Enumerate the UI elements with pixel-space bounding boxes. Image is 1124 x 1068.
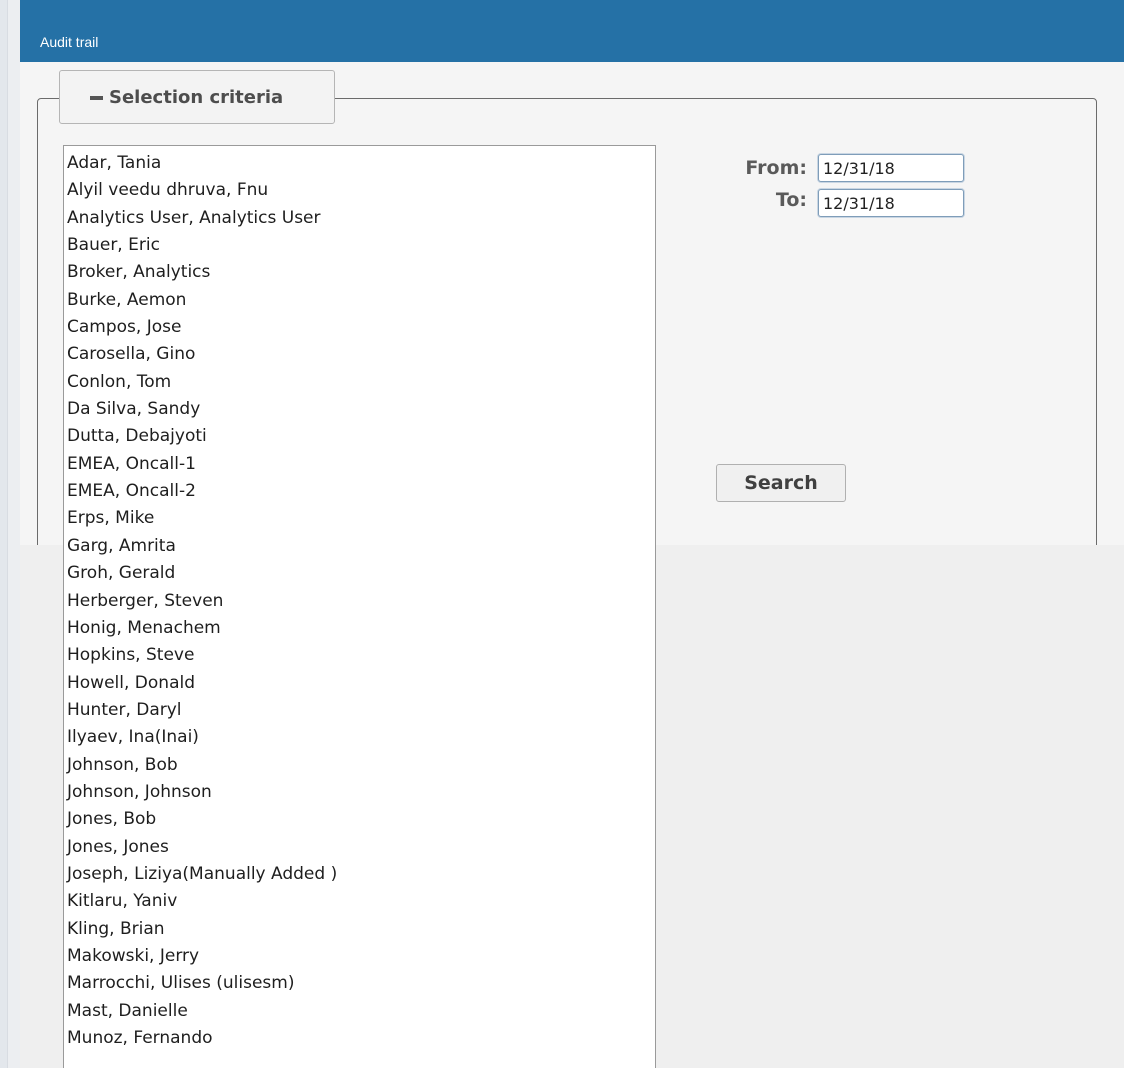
user-list-item[interactable]: Alyil veedu dhruva, Fnu [67,177,655,204]
user-list-item[interactable]: Bauer, Eric [67,232,655,259]
user-list-item[interactable]: Erps, Mike [67,505,655,532]
user-list-item[interactable]: Campos, Jose [67,314,655,341]
user-list-item[interactable]: Burke, Aemon [67,287,655,314]
user-list-item[interactable]: Honig, Menachem [67,615,655,642]
panel-title: Audit trail [40,34,99,50]
collapse-minus-icon [90,96,103,100]
selection-criteria-label: Selection criteria [109,86,284,108]
user-list-item[interactable]: Jones, Jones [67,834,655,861]
to-date-input[interactable] [818,189,964,217]
user-list-item[interactable]: Kitlaru, Yaniv [67,888,655,915]
user-select-list[interactable]: Adar, Tania Alyil veedu dhruva, Fnu Analyt… [63,145,656,1068]
user-list-item[interactable]: Carosella, Gino [67,341,655,368]
to-date-label: To: [775,189,807,211]
left-sidebar-strip [0,0,20,1068]
user-list-item[interactable]: Johnson, Johnson [67,779,655,806]
user-list-item[interactable]: Analytics User, Analytics User [67,205,655,232]
search-button[interactable]: Search [716,464,846,502]
user-list-item[interactable]: Kling, Brian [67,916,655,943]
user-list-item[interactable]: EMEA, Oncall-1 [67,451,655,478]
user-list-item[interactable]: Da Silva, Sandy [67,396,655,423]
user-list-item[interactable]: Herberger, Steven [67,588,655,615]
user-list-item[interactable]: Hopkins, Steve [67,642,655,669]
user-list-item[interactable]: Jones, Bob [67,806,655,833]
user-list-item[interactable]: Dutta, Debajyoti [67,423,655,450]
user-list-item[interactable]: Johnson, Bob [67,752,655,779]
user-list-item[interactable]: Garg, Amrita [67,533,655,560]
sidebar-edge [7,0,20,1068]
user-list-item[interactable]: Conlon, Tom [67,369,655,396]
user-list-item[interactable]: Broker, Analytics [67,259,655,286]
user-list-item[interactable]: Joseph, Liziya(Manually Added ) [67,861,655,888]
user-list-item[interactable]: Groh, Gerald [67,560,655,587]
selection-criteria-toggle[interactable]: Selection criteria [59,70,335,124]
user-list-item[interactable]: Ilyaev, Ina(Inai) [67,724,655,751]
from-date-label: From: [745,157,807,179]
user-list-item[interactable]: Adar, Tania [67,150,655,177]
user-list-item[interactable]: Munoz, Fernando [67,1025,655,1052]
panel-header: Audit trail [20,0,1124,62]
user-list-item[interactable]: Makowski, Jerry [67,943,655,970]
user-list-item[interactable]: Mast, Danielle [67,998,655,1025]
user-list-item[interactable]: EMEA, Oncall-2 [67,478,655,505]
user-list-item[interactable]: Marrocchi, Ulises (ulisesm) [67,970,655,997]
user-list-item[interactable]: Hunter, Daryl [67,697,655,724]
from-date-input[interactable] [818,154,964,182]
user-list-item[interactable]: Howell, Donald [67,670,655,697]
